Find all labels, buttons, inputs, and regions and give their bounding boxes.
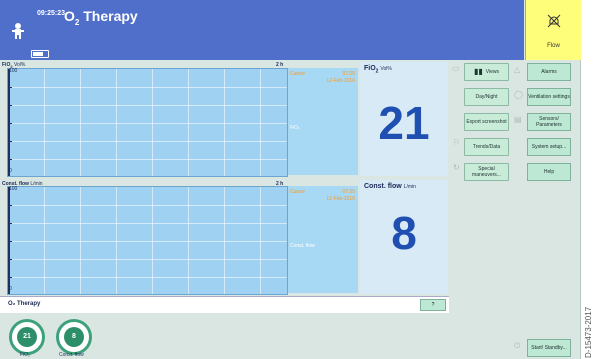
flow-cursor-panel: Cursor 07:25 12-Feb-2016 Const. flow (288, 186, 358, 293)
baby-icon[interactable] (8, 22, 28, 44)
day-night-button[interactable]: Day/Night (464, 88, 509, 106)
window-icon: ▭ (452, 64, 460, 73)
figure-id: D-15473-2017 (584, 306, 593, 358)
fio2-knob-value: 21 (17, 327, 37, 347)
alarm-off-icon (526, 14, 581, 31)
fio2-cursor-panel: Cursor 07:25 12-Feb-2016 FiO₂ (288, 68, 358, 175)
mode-bar: O₂ Therapy (0, 296, 449, 313)
fio2-cursor-time: 07:25 (342, 71, 355, 77)
flow-cursor-field: Const. flow (290, 243, 315, 249)
flow-knob-label: Const. flow (59, 352, 84, 358)
special-maneuvers-button[interactable]: Special maneuvers... (464, 163, 509, 181)
fio2-value-label: FiO2 Vol% (364, 65, 392, 74)
flow-curve-plot[interactable] (7, 186, 288, 295)
help-button[interactable]: Help (527, 163, 571, 181)
fio2-cursor-date: 12-Feb-2016 (326, 78, 355, 84)
trends-data-button[interactable]: Trends/Data (464, 138, 509, 156)
fio2-value-sub: 2 (375, 68, 379, 75)
fio2-knob-label: FiO₂ (20, 352, 30, 358)
flow-cursor-time: 07:25 (342, 189, 355, 195)
flow-value: 8 (391, 207, 417, 259)
views-icon: ▮▮ (473, 67, 483, 77)
flow-knob[interactable]: 8 (56, 319, 92, 355)
system-setup-button[interactable]: System setup... (527, 138, 571, 156)
views-label: Views (485, 69, 500, 75)
alarms-button[interactable]: Alarms (527, 63, 571, 81)
fio2-y-min: 0 (9, 168, 12, 174)
flow-alarm-box[interactable]: Flow (525, 0, 581, 60)
fio2-y-max: 100 (9, 68, 18, 74)
title-prefix: O (64, 8, 75, 24)
flow-y-min: 0 (9, 286, 12, 292)
alarm-icon: △ (514, 65, 521, 74)
flow-value-unit: L/min (403, 184, 416, 190)
fio2-cursor-label: Cursor (290, 71, 306, 77)
fio2-knob[interactable]: 21 (9, 319, 45, 355)
flow-cursor-date: 12-Feb-2016 (326, 196, 355, 202)
export-screenshot-button[interactable]: Export screenshot (464, 113, 509, 131)
fio2-value-title: FiO (364, 65, 376, 72)
ventilation-settings-button[interactable]: Ventilation settings (527, 88, 571, 106)
flow-cursor-label: Cursor (290, 189, 306, 195)
flow-value-box[interactable]: Const. flow L/min 8 (360, 180, 448, 294)
views-button[interactable]: ▮▮ Views (464, 63, 509, 81)
fio2-curve-plot[interactable] (7, 68, 288, 177)
maneuver-icon: ↻ (453, 163, 460, 172)
start-standby-button[interactable]: Start/ Standby... (527, 339, 571, 357)
header-bar: 09:25:23 O2 Therapy (0, 0, 524, 60)
fio2-cursor-field: FiO₂ (290, 125, 300, 131)
mode-help-button[interactable]: ? (420, 299, 446, 311)
flow-knob-value: 8 (64, 327, 84, 347)
flow-y-max: 100 (9, 186, 18, 192)
sensors-parameters-button[interactable]: Sensors/ Parameters (527, 113, 571, 131)
flow-value-title: Const. flow (364, 183, 402, 190)
battery-icon (31, 50, 49, 58)
flag-icon: ⚐ (453, 138, 461, 147)
power-icon: ⏻ (514, 341, 521, 350)
flow-label: Flow (547, 43, 560, 49)
title-suffix: Therapy (79, 8, 138, 24)
mode-title: O2 Therapy (64, 8, 138, 27)
clock: 09:25:23 (37, 10, 66, 17)
mode-label: O₂ Therapy (8, 301, 41, 307)
fio2-value-box[interactable]: FiO2 Vol% 21 (360, 62, 448, 176)
sensor-icon: ▤ (514, 115, 522, 124)
settings-icon: ◯ (514, 90, 523, 99)
flow-value-label: Const. flow L/min (364, 183, 416, 190)
fio2-value-unit: Vol% (380, 66, 392, 72)
fio2-value: 21 (378, 97, 430, 149)
